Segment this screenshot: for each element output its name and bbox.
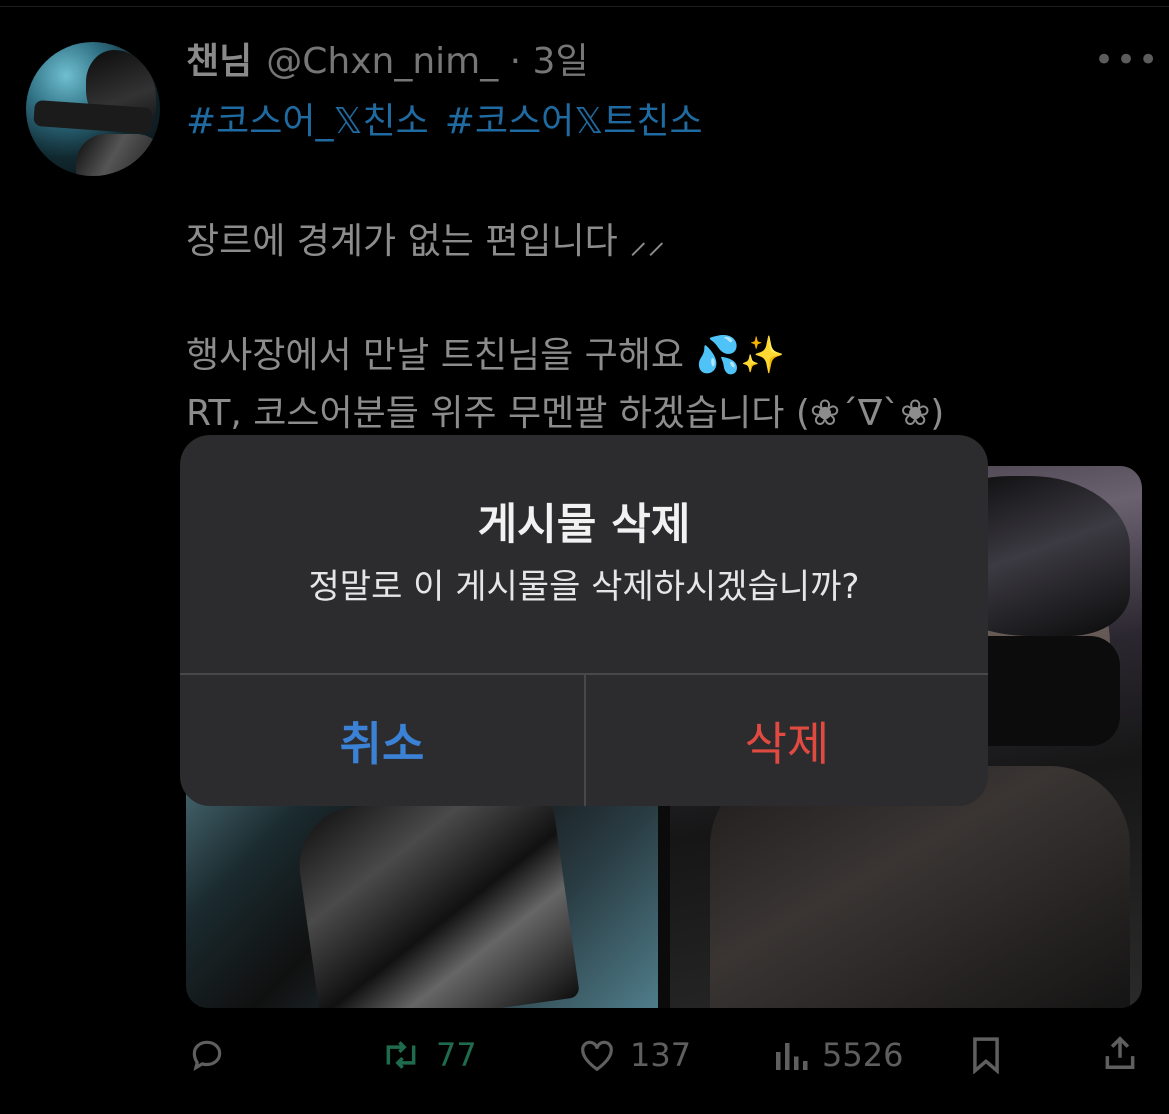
display-name[interactable]: 챈님 (186, 41, 252, 82)
bookmark-button[interactable] (970, 1036, 1002, 1074)
hashtags: #코스어_𝕏친소 #코스어𝕏트친소 (186, 98, 719, 146)
bookmark-icon (973, 1037, 999, 1074)
tweet-text-line: RT, 코스어분들 위주 무멘팔 하겠습니다 (❀´∇`❀) (186, 393, 945, 434)
retweet-button[interactable]: 77 (380, 1036, 477, 1074)
tweet-screen: 챈님 @Chxn_nim_ · 3일 ••• #코스어_𝕏친소 #코스어𝕏트친소 장… (0, 0, 1169, 1114)
avatar[interactable] (26, 42, 160, 176)
tweet-text-line: 장르에 경계가 없는 편입니다 ⸝⸝ (186, 221, 666, 262)
timestamp[interactable]: · 3일 (510, 41, 589, 82)
share-icon (1105, 1036, 1135, 1069)
action-bar: 77 137 5526 (0, 1032, 1169, 1082)
tweet-header: 챈님 @Chxn_nim_ · 3일 (186, 38, 589, 86)
reply-icon (192, 1040, 222, 1071)
more-horizontal-icon[interactable]: ••• (1094, 40, 1160, 80)
retweet-icon (386, 1041, 416, 1069)
views-button[interactable]: 5526 (774, 1036, 903, 1074)
views-icon (776, 1043, 808, 1070)
hashtag-link[interactable]: #코스어_𝕏친소 (186, 101, 429, 142)
dialog-message: 정말로 이 게시물을 삭제하시겠습니까? (308, 567, 860, 607)
divider (0, 6, 1169, 7)
views-count: 5526 (822, 1036, 904, 1074)
tweet-text-line: 행사장에서 만날 트친님을 구해요 💦✨ (186, 335, 786, 376)
like-count: 137 (630, 1036, 692, 1074)
retweet-count: 77 (436, 1036, 477, 1074)
like-button[interactable]: 137 (578, 1036, 691, 1074)
heart-icon (581, 1040, 613, 1072)
reply-button[interactable] (188, 1036, 226, 1074)
dialog-title: 게시물 삭제 (477, 500, 691, 550)
handle[interactable]: @Chxn_nim_ (266, 41, 498, 82)
delete-confirm-dialog: 게시물 삭제 정말로 이 게시물을 삭제하시겠습니까? 취소 삭제 (180, 435, 988, 806)
delete-button[interactable]: 삭제 (586, 675, 988, 806)
cancel-button[interactable]: 취소 (180, 675, 584, 806)
hashtag-link[interactable]: #코스어𝕏트친소 (445, 101, 703, 142)
share-button[interactable] (1102, 1034, 1138, 1072)
